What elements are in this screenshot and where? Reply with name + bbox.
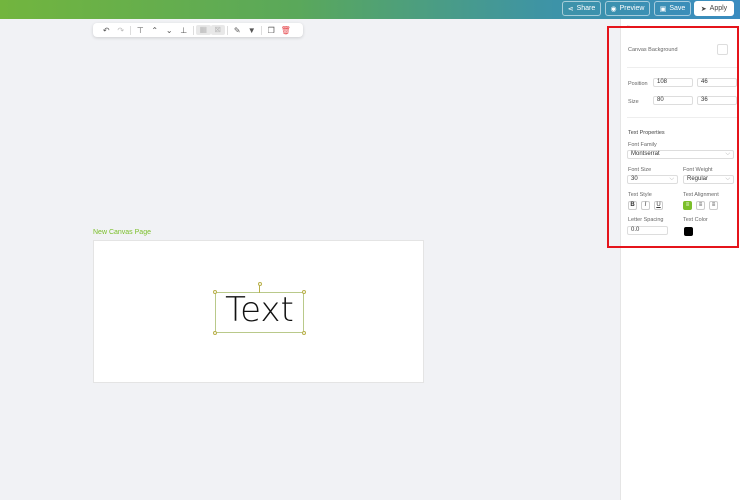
editor-toolbar: ↶ ↷ ⊤ ⌃ ⌄ ⊥ ▦ ⊠ ✎ ▼ ❐ 🗑 <box>93 23 303 37</box>
share-icon: ⋖ <box>567 5 574 13</box>
send-backward-icon[interactable]: ⌄ <box>162 26 177 35</box>
eye-icon: ◉ <box>610 5 617 13</box>
divider <box>261 25 262 35</box>
send-to-back-icon[interactable]: ⊥ <box>177 26 192 35</box>
send-icon: ➤ <box>700 5 707 13</box>
ungroup-icon[interactable]: ⊠ <box>210 25 225 35</box>
divider <box>227 25 228 35</box>
top-bar: ⋖ Share ◉ Preview ▣ Save ➤ Apply <box>0 0 740 19</box>
canvas-page[interactable]: Text <box>93 240 424 383</box>
delete-icon[interactable]: 🗑 <box>279 26 294 35</box>
canvas-page-label: New Canvas Page <box>93 229 151 236</box>
bring-to-front-icon[interactable]: ⊤ <box>133 26 148 35</box>
rotate-handle[interactable] <box>258 282 262 286</box>
share-button[interactable]: ⋖ Share <box>562 1 601 16</box>
resize-handle-tl[interactable] <box>213 290 217 294</box>
resize-handle-br[interactable] <box>302 331 306 335</box>
divider <box>130 25 131 35</box>
save-icon: ▣ <box>659 5 667 13</box>
undo-icon[interactable]: ↶ <box>99 26 114 35</box>
preview-button[interactable]: ◉ Preview <box>605 1 650 16</box>
resize-handle-bl[interactable] <box>213 331 217 335</box>
highlight-box <box>607 26 739 248</box>
rotate-line <box>259 285 260 293</box>
save-button[interactable]: ▣ Save <box>654 1 691 16</box>
copy-icon[interactable]: ❐ <box>264 26 279 35</box>
bring-forward-icon[interactable]: ⌃ <box>148 26 163 35</box>
resize-handle-tr[interactable] <box>302 290 306 294</box>
redo-icon[interactable]: ↷ <box>114 26 129 35</box>
text-content[interactable]: Text <box>216 290 303 330</box>
fill-icon[interactable]: ▼ <box>245 26 260 35</box>
text-element[interactable]: Text <box>213 282 306 335</box>
divider <box>193 25 194 35</box>
apply-button[interactable]: ➤ Apply <box>694 1 734 16</box>
group-icon[interactable]: ▦ <box>196 25 211 35</box>
pen-icon[interactable]: ✎ <box>230 26 245 35</box>
